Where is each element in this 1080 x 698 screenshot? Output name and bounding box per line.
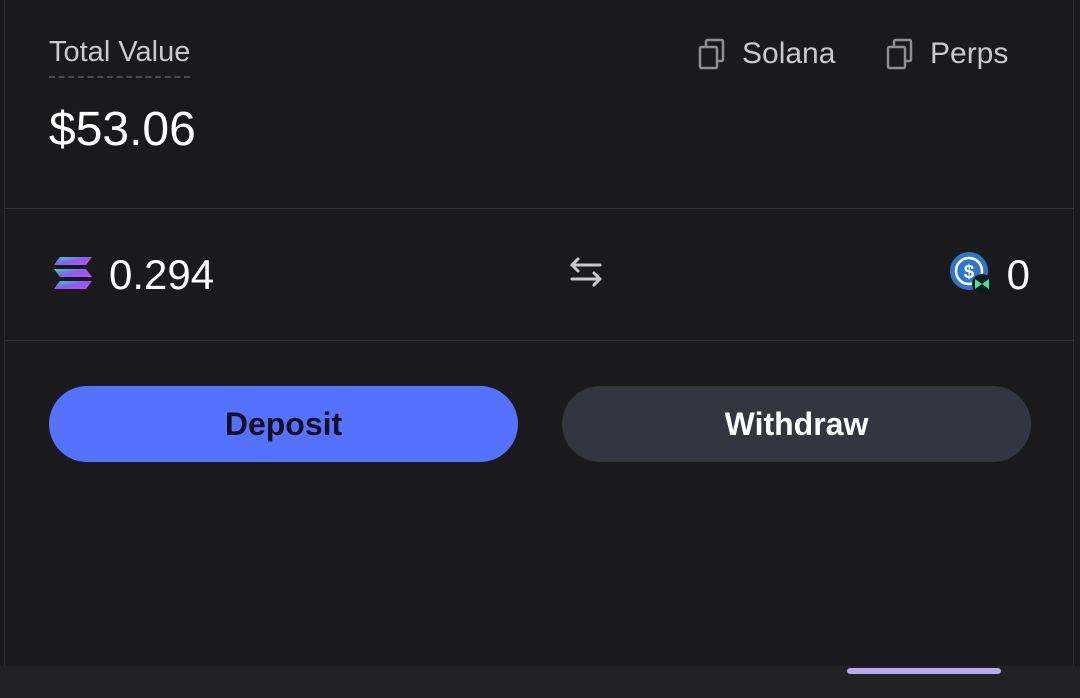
usdc-logo-icon: $ [949,251,993,300]
sol-balance-value: 0.294 [109,251,215,298]
withdraw-button[interactable]: Withdraw [562,386,1031,462]
home-indicator[interactable] [847,668,1001,674]
solana-logo-icon [53,256,93,295]
divider [4,340,1074,341]
copy-solana-address-button[interactable]: Solana [698,36,835,72]
perps-link-label: Perps [930,37,1009,70]
usdc-balance: $ 0 [949,250,1030,300]
wallet-panel [4,0,1074,666]
total-value-amount: $53.06 [49,103,196,156]
copy-perps-address-button[interactable]: Perps [886,36,1008,72]
divider [4,208,1074,209]
swap-button[interactable] [564,252,608,296]
copy-icon [698,38,726,70]
solana-link-label: Solana [742,37,836,70]
copy-icon [886,38,914,70]
deposit-button[interactable]: Deposit [49,386,518,462]
usdc-balance-value: 0 [1006,251,1030,298]
total-value-label[interactable]: Total Value [49,34,191,78]
swap-arrows-icon [566,252,606,297]
sol-balance: 0.294 [53,250,214,300]
